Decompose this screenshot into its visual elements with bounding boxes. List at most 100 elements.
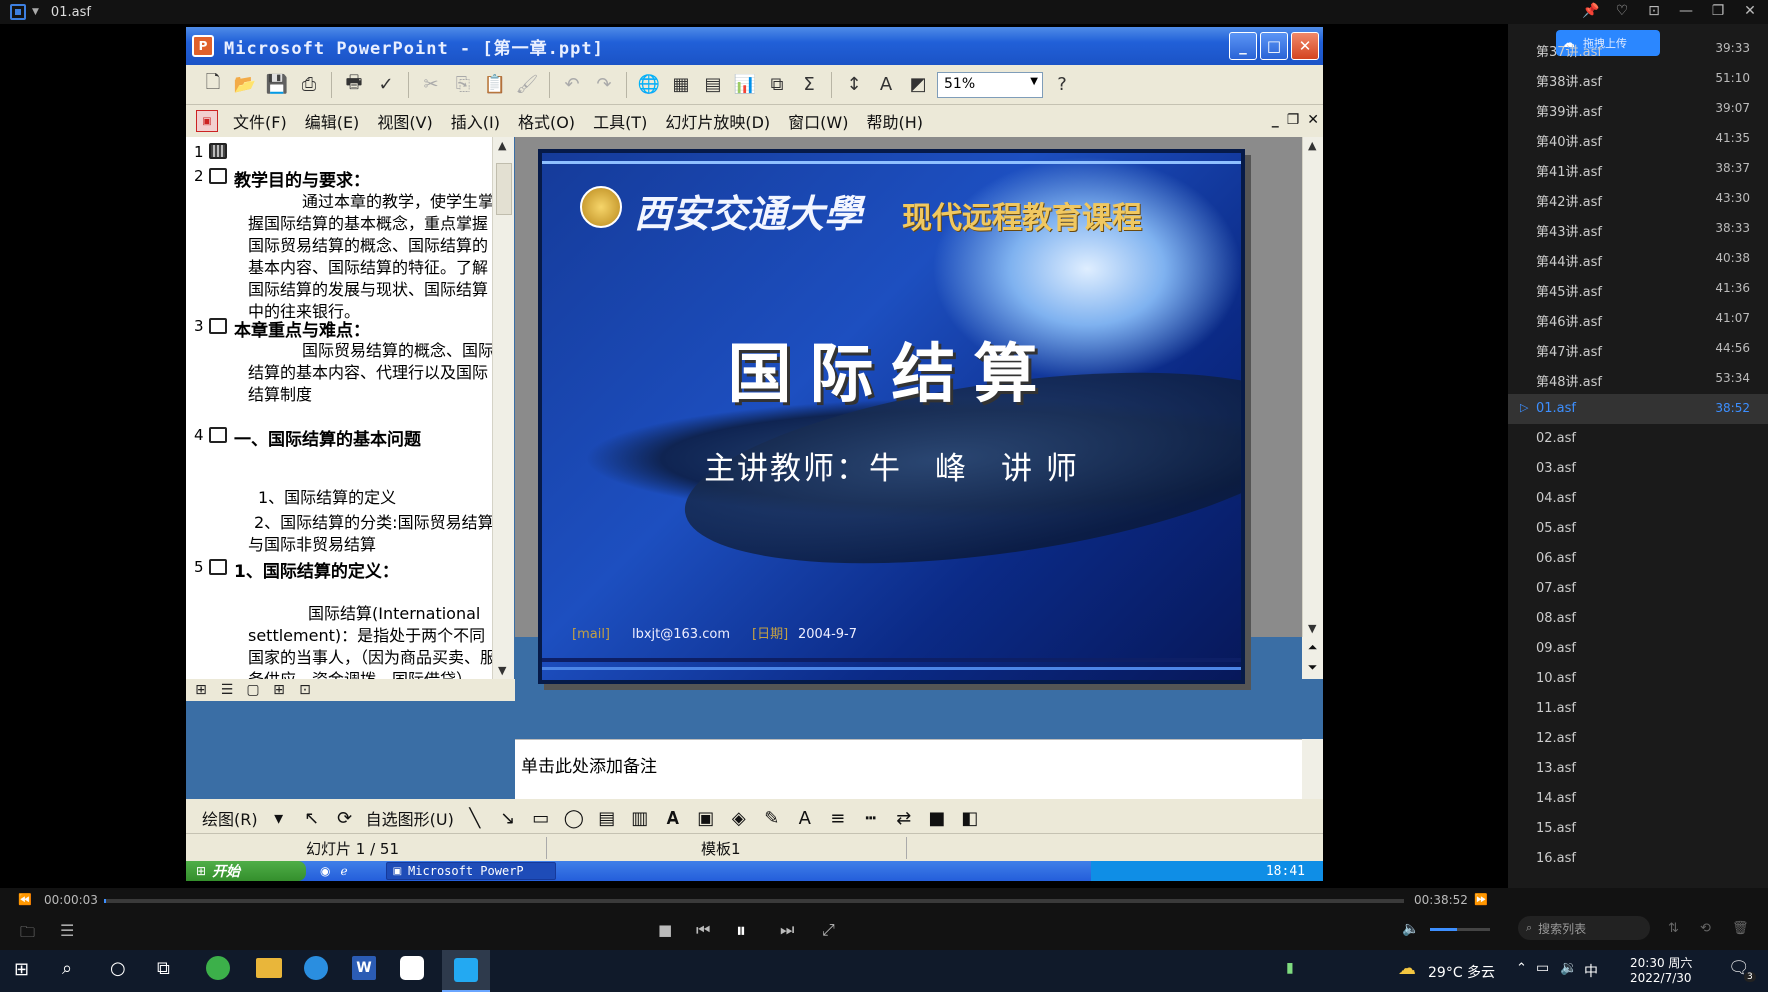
playlist-item[interactable]: 06.asf	[1508, 544, 1768, 574]
volume-icon[interactable]: 🔈	[1402, 921, 1419, 937]
pp-close-button[interactable]: ✕	[1291, 32, 1319, 60]
baidu-netdisk-icon[interactable]	[400, 956, 424, 980]
search-icon[interactable]: ⌕	[62, 958, 72, 979]
slide-sorter-icon[interactable]: ⊞	[270, 682, 288, 698]
new-slide-icon[interactable]: ⧉	[764, 72, 790, 98]
outline-scrollbar[interactable]: ▲ ▼	[492, 137, 514, 679]
outline-heading[interactable]: 1、国际结算的定义：	[234, 557, 399, 582]
arrow-icon[interactable]: ↘	[496, 808, 520, 829]
slide-icon[interactable]	[209, 427, 227, 443]
playlist-item[interactable]: 第37讲.asf 39:33	[1508, 34, 1768, 64]
wordart-icon[interactable]: 𝐀	[661, 808, 685, 829]
cut-icon[interactable]: ✂	[418, 72, 444, 98]
playlist-item[interactable]: 第40讲.asf 41:35	[1508, 124, 1768, 154]
ie-icon[interactable]: ℯ	[340, 864, 347, 878]
format-painter-icon[interactable]: 🖌	[514, 72, 540, 98]
next-slide-icon[interactable]: ⏷	[1302, 657, 1323, 677]
player-taskbar-button[interactable]	[442, 950, 490, 992]
playlist-item[interactable]: 第39讲.asf 39:07	[1508, 94, 1768, 124]
playlist-item[interactable]: 02.asf	[1508, 424, 1768, 454]
chevron-down-icon[interactable]: ▼	[1030, 76, 1038, 87]
pin-icon[interactable]: 📌	[1582, 3, 1599, 19]
menu-window[interactable]: 窗口(W)	[779, 109, 857, 133]
outline-view-icon[interactable]: ☰	[218, 682, 236, 698]
seek-bar[interactable]	[104, 899, 1404, 903]
insert-table-icon[interactable]: ▤	[700, 72, 726, 98]
playlist-item[interactable]: 第47讲.asf 44:56	[1508, 334, 1768, 364]
redo-icon[interactable]: ↷	[591, 72, 617, 98]
windows-start-icon[interactable]: ⊞	[14, 959, 29, 980]
playlist-item[interactable]: 13.asf	[1508, 754, 1768, 784]
tables-borders-icon[interactable]: ▦	[668, 72, 694, 98]
notes-scrollbar[interactable]	[1302, 739, 1323, 799]
line-icon[interactable]: ╲	[463, 808, 487, 829]
menu-format[interactable]: 格式(O)	[509, 109, 584, 133]
file-explorer-icon[interactable]	[256, 958, 282, 978]
seek-forward-icon[interactable]: ⏩	[1474, 893, 1488, 906]
xp-start-button[interactable]: ⊞ 开始	[186, 861, 306, 881]
favorite-icon[interactable]: ♡	[1614, 3, 1630, 19]
open-folder-icon[interactable]: 📂	[232, 72, 258, 98]
notes-pane[interactable]: 单击此处添加备注	[515, 739, 1302, 799]
taskbar-date[interactable]: 2022/7/30	[1630, 971, 1692, 985]
print-icon[interactable]: 🖶	[341, 72, 367, 98]
spellcheck-icon[interactable]: ✓	[373, 72, 399, 98]
taskbar-time[interactable]: 20:30 周六	[1630, 954, 1692, 971]
playlist-item[interactable]: 第44讲.asf 40:38	[1508, 244, 1768, 274]
outline-pane[interactable]: 1 2 教学目的与要求： 通过本章的教学，使学生掌握国际结算的基本概念，重点掌握…	[186, 137, 504, 679]
playlist-search[interactable]: ⌕ 搜索列表	[1518, 916, 1650, 940]
doc-minimize-button[interactable]: _	[1272, 112, 1279, 128]
rotate-icon[interactable]: ⟳	[333, 808, 357, 829]
playlist-item[interactable]: 第46讲.asf 41:07	[1508, 304, 1768, 334]
slide-icon[interactable]	[209, 559, 227, 575]
ime-indicator[interactable]: 中	[1584, 961, 1598, 981]
cortana-icon[interactable]: ○	[110, 958, 126, 979]
word-icon[interactable]: W	[352, 956, 376, 980]
weather-text[interactable]: 29°C 多云	[1428, 962, 1495, 982]
expand-all-icon[interactable]: Σ	[796, 72, 822, 98]
list-sort-icon[interactable]: ⇅	[1668, 921, 1679, 936]
menu-help[interactable]: 帮助(H)	[857, 109, 932, 133]
3d-style-icon[interactable]: ◧	[958, 808, 982, 829]
pp-minimize-button[interactable]: _	[1229, 32, 1257, 60]
notes-placeholder[interactable]: 单击此处添加备注	[521, 752, 1302, 777]
outline-body[interactable]: 1、国际结算的定义	[248, 487, 498, 509]
hyperlink-icon[interactable]: 🌐	[636, 72, 662, 98]
app-360-icon[interactable]	[206, 956, 230, 980]
video-frame[interactable]: P Microsoft PowerPoint - [第一章.ppt] _ □ ✕…	[0, 24, 1508, 888]
playlist-item[interactable]: 第38讲.asf 51:10	[1508, 64, 1768, 94]
playlist-item[interactable]: 03.asf	[1508, 454, 1768, 484]
outline-body[interactable]: 国际贸易结算的概念、国际结算的基本内容、代理行以及国际结算制度	[248, 340, 498, 406]
autoshape-menu-button[interactable]: 自选图形(U)	[366, 806, 454, 830]
playlist-item[interactable]: 第43讲.asf 38:33	[1508, 214, 1768, 244]
dash-style-icon[interactable]: ┅	[859, 808, 883, 829]
undo-icon[interactable]: ↶	[559, 72, 585, 98]
battery-icon[interactable]: ▮	[1286, 960, 1294, 976]
playlist-item[interactable]: 10.asf	[1508, 664, 1768, 694]
insert-chart-icon[interactable]: 📊	[732, 72, 758, 98]
settings-sliders-icon[interactable]: ☰	[60, 921, 74, 940]
textbox-icon[interactable]: ▤	[595, 808, 619, 829]
mini-mode-icon[interactable]: ⊡	[1646, 3, 1662, 19]
document-icon[interactable]: ▣	[196, 110, 218, 132]
quicklaunch-icon[interactable]: ◉	[320, 864, 330, 878]
next-icon[interactable]: ⏭	[780, 920, 794, 940]
slide-icon[interactable]	[209, 168, 227, 184]
slide-lecturer[interactable]: 主讲教师：牛 峰 讲 师	[542, 443, 1241, 488]
playlist-item[interactable]: 09.asf	[1508, 634, 1768, 664]
previous-icon[interactable]: ⏮	[696, 920, 710, 940]
outline-heading[interactable]: 一、国际结算的基本问题	[234, 425, 421, 450]
minimize-button[interactable]: —	[1678, 3, 1694, 19]
scroll-thumb[interactable]	[496, 163, 512, 215]
show-formatting-icon[interactable]: ↕	[841, 72, 867, 98]
volume-slider[interactable]	[1430, 928, 1490, 931]
pp-maximize-button[interactable]: □	[1260, 32, 1288, 60]
playlist-item[interactable]: 16.asf	[1508, 844, 1768, 874]
playlist-item[interactable]: 第45讲.asf 41:36	[1508, 274, 1768, 304]
paste-icon[interactable]: 📋	[482, 72, 508, 98]
menu-edit[interactable]: 编辑(E)	[296, 109, 369, 133]
copy-icon[interactable]: ⎘	[450, 72, 476, 98]
menu-view[interactable]: 视图(V)	[368, 109, 441, 133]
outline-heading[interactable]: 本章重点与难点：	[234, 316, 370, 341]
doc-restore-button[interactable]: ❐	[1287, 112, 1300, 128]
